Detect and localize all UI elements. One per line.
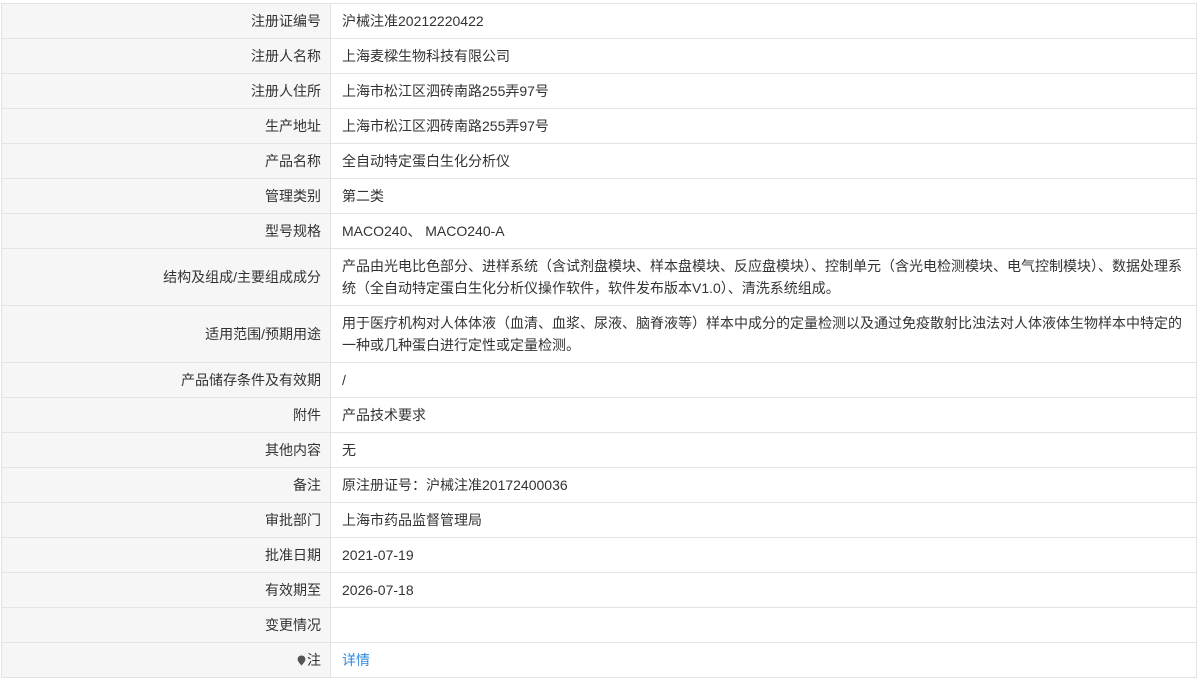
label-registrant-address: 注册人住所 — [1, 73, 331, 109]
row-note: 注 详情 — [1, 642, 1197, 678]
value-note: 详情 — [330, 642, 1197, 678]
label-model-specification: 型号规格 — [1, 213, 331, 249]
value-model-specification: MACO240、 MACO240-A — [330, 213, 1197, 249]
value-production-address: 上海市松江区泗砖南路255弄97号 — [330, 108, 1197, 144]
row-valid-until: 有效期至 2026-07-18 — [1, 572, 1197, 608]
row-management-category: 管理类别 第二类 — [1, 178, 1197, 214]
row-scope-intended-use: 适用范围/预期用途 用于医疗机构对人体体液（血清、血浆、尿液、脑脊液等）样本中成… — [1, 305, 1197, 363]
value-attachments: 产品技术要求 — [330, 397, 1197, 433]
label-valid-until: 有效期至 — [1, 572, 331, 608]
label-change-history: 变更情况 — [1, 607, 331, 643]
row-production-address: 生产地址 上海市松江区泗砖南路255弄97号 — [1, 108, 1197, 144]
value-scope-intended-use: 用于医疗机构对人体体液（血清、血浆、尿液、脑脊液等）样本中成分的定量检测以及通过… — [330, 305, 1197, 363]
value-other-content: 无 — [330, 432, 1197, 468]
row-product-name: 产品名称 全自动特定蛋白生化分析仪 — [1, 143, 1197, 179]
row-approval-department: 审批部门 上海市药品监督管理局 — [1, 502, 1197, 538]
label-structure-composition: 结构及组成/主要组成成分 — [1, 248, 331, 306]
label-attachments: 附件 — [1, 397, 331, 433]
row-approval-date: 批准日期 2021-07-19 — [1, 537, 1197, 573]
value-valid-until: 2026-07-18 — [330, 572, 1197, 608]
value-remarks: 原注册证号：沪械注准20172400036 — [330, 467, 1197, 503]
row-model-specification: 型号规格 MACO240、 MACO240-A — [1, 213, 1197, 249]
label-product-name: 产品名称 — [1, 143, 331, 179]
label-management-category: 管理类别 — [1, 178, 331, 214]
pin-icon — [297, 650, 306, 666]
value-storage-conditions-validity: / — [330, 362, 1197, 398]
label-other-content: 其他内容 — [1, 432, 331, 468]
value-registrant-address: 上海市松江区泗砖南路255弄97号 — [330, 73, 1197, 109]
value-change-history — [330, 607, 1197, 643]
row-change-history: 变更情况 — [1, 607, 1197, 643]
row-storage-conditions-validity: 产品储存条件及有效期 / — [1, 362, 1197, 398]
row-structure-composition: 结构及组成/主要组成成分 产品由光电比色部分、进样系统（含试剂盘模块、样本盘模块… — [1, 248, 1197, 306]
label-remarks: 备注 — [1, 467, 331, 503]
label-registration-number: 注册证编号 — [1, 3, 331, 39]
value-structure-composition: 产品由光电比色部分、进样系统（含试剂盘模块、样本盘模块、反应盘模块）、控制单元（… — [330, 248, 1197, 306]
row-attachments: 附件 产品技术要求 — [1, 397, 1197, 433]
label-scope-intended-use: 适用范围/预期用途 — [1, 305, 331, 363]
value-registrant-name: 上海麦樑生物科技有限公司 — [330, 38, 1197, 74]
label-production-address: 生产地址 — [1, 108, 331, 144]
row-registration-number: 注册证编号 沪械注准20212220422 — [1, 3, 1197, 39]
label-note: 注 — [307, 652, 321, 668]
value-management-category: 第二类 — [330, 178, 1197, 214]
label-storage-conditions-validity: 产品储存条件及有效期 — [1, 362, 331, 398]
label-registrant-name: 注册人名称 — [1, 38, 331, 74]
details-link[interactable]: 详情 — [342, 652, 370, 668]
label-approval-department: 审批部门 — [1, 502, 331, 538]
label-note-cell: 注 — [1, 642, 331, 678]
row-remarks: 备注 原注册证号：沪械注准20172400036 — [1, 467, 1197, 503]
row-registrant-address: 注册人住所 上海市松江区泗砖南路255弄97号 — [1, 73, 1197, 109]
value-approval-department: 上海市药品监督管理局 — [330, 502, 1197, 538]
value-approval-date: 2021-07-19 — [330, 537, 1197, 573]
registration-info-table: 注册证编号 沪械注准20212220422 注册人名称 上海麦樑生物科技有限公司… — [1, 3, 1197, 678]
value-product-name: 全自动特定蛋白生化分析仪 — [330, 143, 1197, 179]
row-other-content: 其他内容 无 — [1, 432, 1197, 468]
value-registration-number: 沪械注准20212220422 — [330, 3, 1197, 39]
label-approval-date: 批准日期 — [1, 537, 331, 573]
row-registrant-name: 注册人名称 上海麦樑生物科技有限公司 — [1, 38, 1197, 74]
